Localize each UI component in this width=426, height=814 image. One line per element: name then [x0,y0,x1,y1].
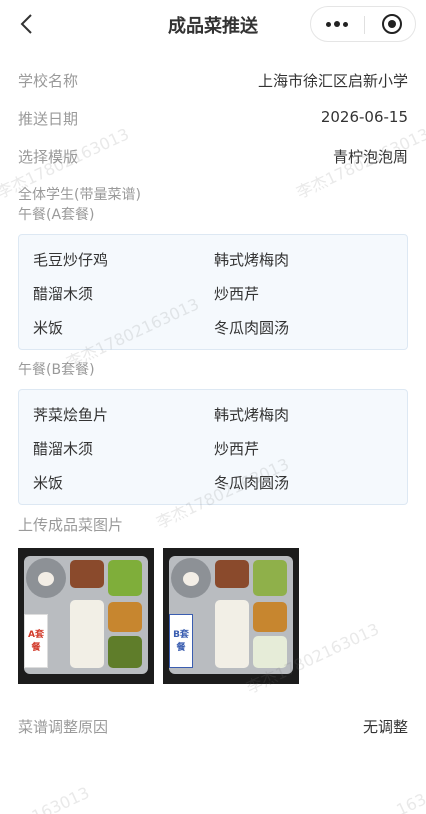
dish-item: 米饭 [33,319,64,337]
meat-compartment [215,560,249,588]
dish-item: 醋溜木须 [33,285,94,303]
lunch-a-label: 午餐(A套餐) [18,207,95,223]
meal-card: A套餐 [24,614,48,668]
dish-item: 冬瓜肉圆汤 [214,474,290,492]
dish-item: 醋溜木须 [33,440,94,458]
close-target-icon[interactable] [382,14,402,34]
vegetable-compartment [108,636,142,668]
lunch-a-menu: 毛豆炒仔鸡 韩式烤梅肉 醋溜木须 炒西芹 米饭 冬瓜肉圆汤 [18,234,408,350]
watermark: 163 [393,789,426,814]
adjust-label: 菜谱调整原因 [18,718,109,736]
dish-item: 炒西芹 [214,440,260,458]
dish-item: 冬瓜肉圆汤 [214,319,290,337]
soup-bowl [26,558,66,598]
card-text: A套餐 [28,630,44,653]
stirfry-compartment [253,602,287,632]
template-row: 选择模版 青柠泡泡周 [18,146,408,170]
date-label: 推送日期 [18,110,79,128]
watermark: 163013 [28,782,93,814]
adjust-value: 无调整 [362,718,408,736]
more-menu-icon[interactable] [311,7,363,41]
dish-item: 毛豆炒仔鸡 [33,251,109,269]
school-label: 学校名称 [18,72,79,90]
dish-item: 炒西芹 [214,285,260,303]
capsule-divider [364,16,365,34]
navigation-bar: 成品菜推送 [0,0,426,52]
adjust-row: 菜谱调整原因 无调整 [18,716,408,740]
meal-photo-a[interactable]: A套餐 [18,548,154,684]
rice-compartment [70,600,104,668]
template-label: 选择模版 [18,148,79,166]
date-value[interactable]: 2026-06-15 [321,108,408,126]
lunch-b-label: 午餐(B套餐) [18,362,95,378]
dish-item: 荠菜烩鱼片 [33,406,109,424]
greens-compartment [253,560,287,596]
upload-label: 上传成品菜图片 [18,516,124,534]
school-row: 学校名称 上海市徐汇区启新小学 [18,70,408,94]
fish-compartment [253,636,287,668]
date-row: 推送日期 2026-06-15 [18,108,408,132]
food-tray: A套餐 [24,556,148,674]
card-text: B套餐 [173,630,189,653]
greens-compartment [108,560,142,596]
food-tray: B套餐 [169,556,293,674]
dish-item: 韩式烤梅肉 [214,406,290,424]
school-value: 上海市徐汇区启新小学 [257,72,408,90]
stirfry-compartment [108,602,142,632]
meal-card: B套餐 [169,614,193,668]
dish-item: 韩式烤梅肉 [214,251,290,269]
lunch-b-menu: 荠菜烩鱼片 韩式烤梅肉 醋溜木须 炒西芹 米饭 冬瓜肉圆汤 [18,389,408,505]
meat-compartment [70,560,104,588]
dish-item: 米饭 [33,474,64,492]
meal-photo-b[interactable]: B套餐 [163,548,299,684]
mini-program-capsule [310,6,416,42]
soup-bowl [171,558,211,598]
rice-compartment [215,600,249,668]
template-value[interactable]: 青柠泡泡周 [333,146,408,167]
group-label: 全体学生(带量菜谱) [18,187,141,203]
